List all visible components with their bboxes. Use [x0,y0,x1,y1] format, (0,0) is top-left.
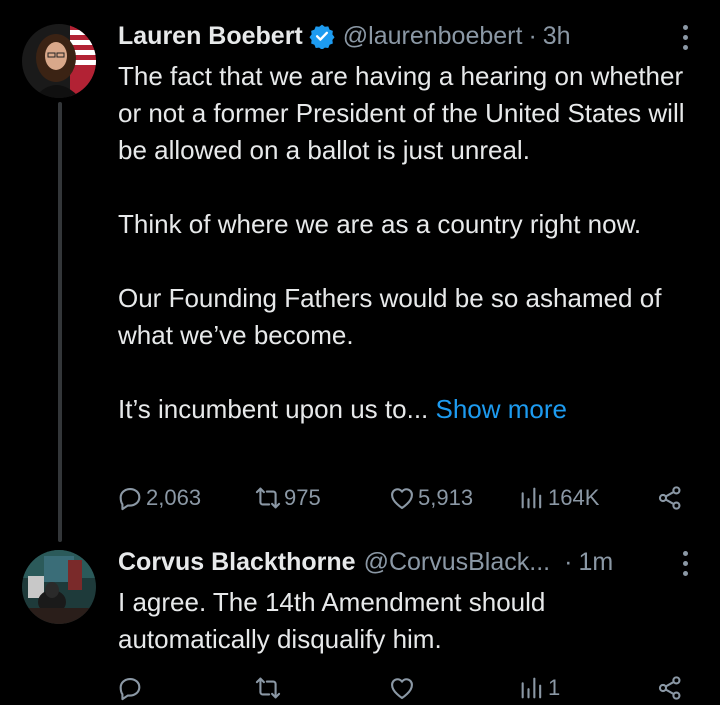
author-handle[interactable]: @laurenboebert [343,22,523,51]
action-bar: 2,063 975 5,913 164K [116,481,696,515]
retweet-icon [255,487,281,509]
reply-count: 2,063 [146,485,202,510]
retweet-icon [255,677,281,699]
action-bar: 1 [116,671,696,705]
share-icon [658,676,681,700]
views-count: 1 [548,675,561,700]
timestamp[interactable]: 3h [543,22,571,51]
tweet-paragraph: I agree. The 14th Amendment should autom… [118,587,546,654]
reply-icon [119,487,141,511]
like-button[interactable] [388,671,416,705]
tweet-corvus-blackthorne[interactable]: Corvus Blackthorne @CorvusBlack... · 1m … [0,540,720,704]
reply-button[interactable]: 2,063 [116,481,201,515]
author-handle[interactable]: @CorvusBlack... [364,548,551,577]
more-icon[interactable] [680,22,690,52]
tweet-paragraph: Think of where we are as a country right… [118,209,642,239]
tweet-header: Corvus Blackthorne @CorvusBlack... · 1m [118,544,613,580]
author-name[interactable]: Corvus Blackthorne [118,548,356,577]
retweet-count: 975 [284,485,321,510]
share-button[interactable] [656,671,684,705]
tweet-body: I agree. The 14th Amendment should autom… [118,584,638,658]
share-button[interactable] [656,481,684,515]
like-button[interactable]: 5,913 [388,481,473,515]
show-more-link[interactable]: Show more [436,394,568,424]
tweet-header: Lauren Boebert @laurenboebert · 3h [118,18,571,54]
share-icon [658,486,681,510]
views-button[interactable]: 1 [518,671,560,705]
timestamp[interactable]: 1m [578,548,613,577]
avatar[interactable] [22,24,96,98]
views-count: 164K [548,485,600,510]
tweet-paragraph: Our Founding Fathers would be so ashamed… [118,283,662,350]
like-icon [391,488,413,509]
like-icon [391,678,413,699]
views-icon [521,487,542,509]
retweet-button[interactable] [254,671,282,705]
header-separator: · [564,547,573,576]
avatar[interactable] [22,550,96,624]
author-name[interactable]: Lauren Boebert [118,22,303,51]
views-icon [521,677,542,699]
like-count: 5,913 [418,485,474,510]
tweet-paragraph-truncated: It’s incumbent upon us to... Show more [118,391,708,428]
reply-icon [119,677,141,701]
tweet-body: The fact that we are having a hearing on… [118,58,708,428]
more-icon[interactable] [680,548,690,578]
header-separator: · [528,21,537,50]
truncated-text: It’s incumbent upon us to... [118,394,429,424]
verified-badge-icon [309,23,335,50]
tweet-paragraph: The fact that we are having a hearing on… [118,61,685,165]
reply-button[interactable] [116,671,144,705]
retweet-button[interactable]: 975 [254,481,321,515]
views-button[interactable]: 164K [518,481,599,515]
tweet-lauren-boebert[interactable]: Lauren Boebert @laurenboebert · 3h The f… [0,0,720,540]
